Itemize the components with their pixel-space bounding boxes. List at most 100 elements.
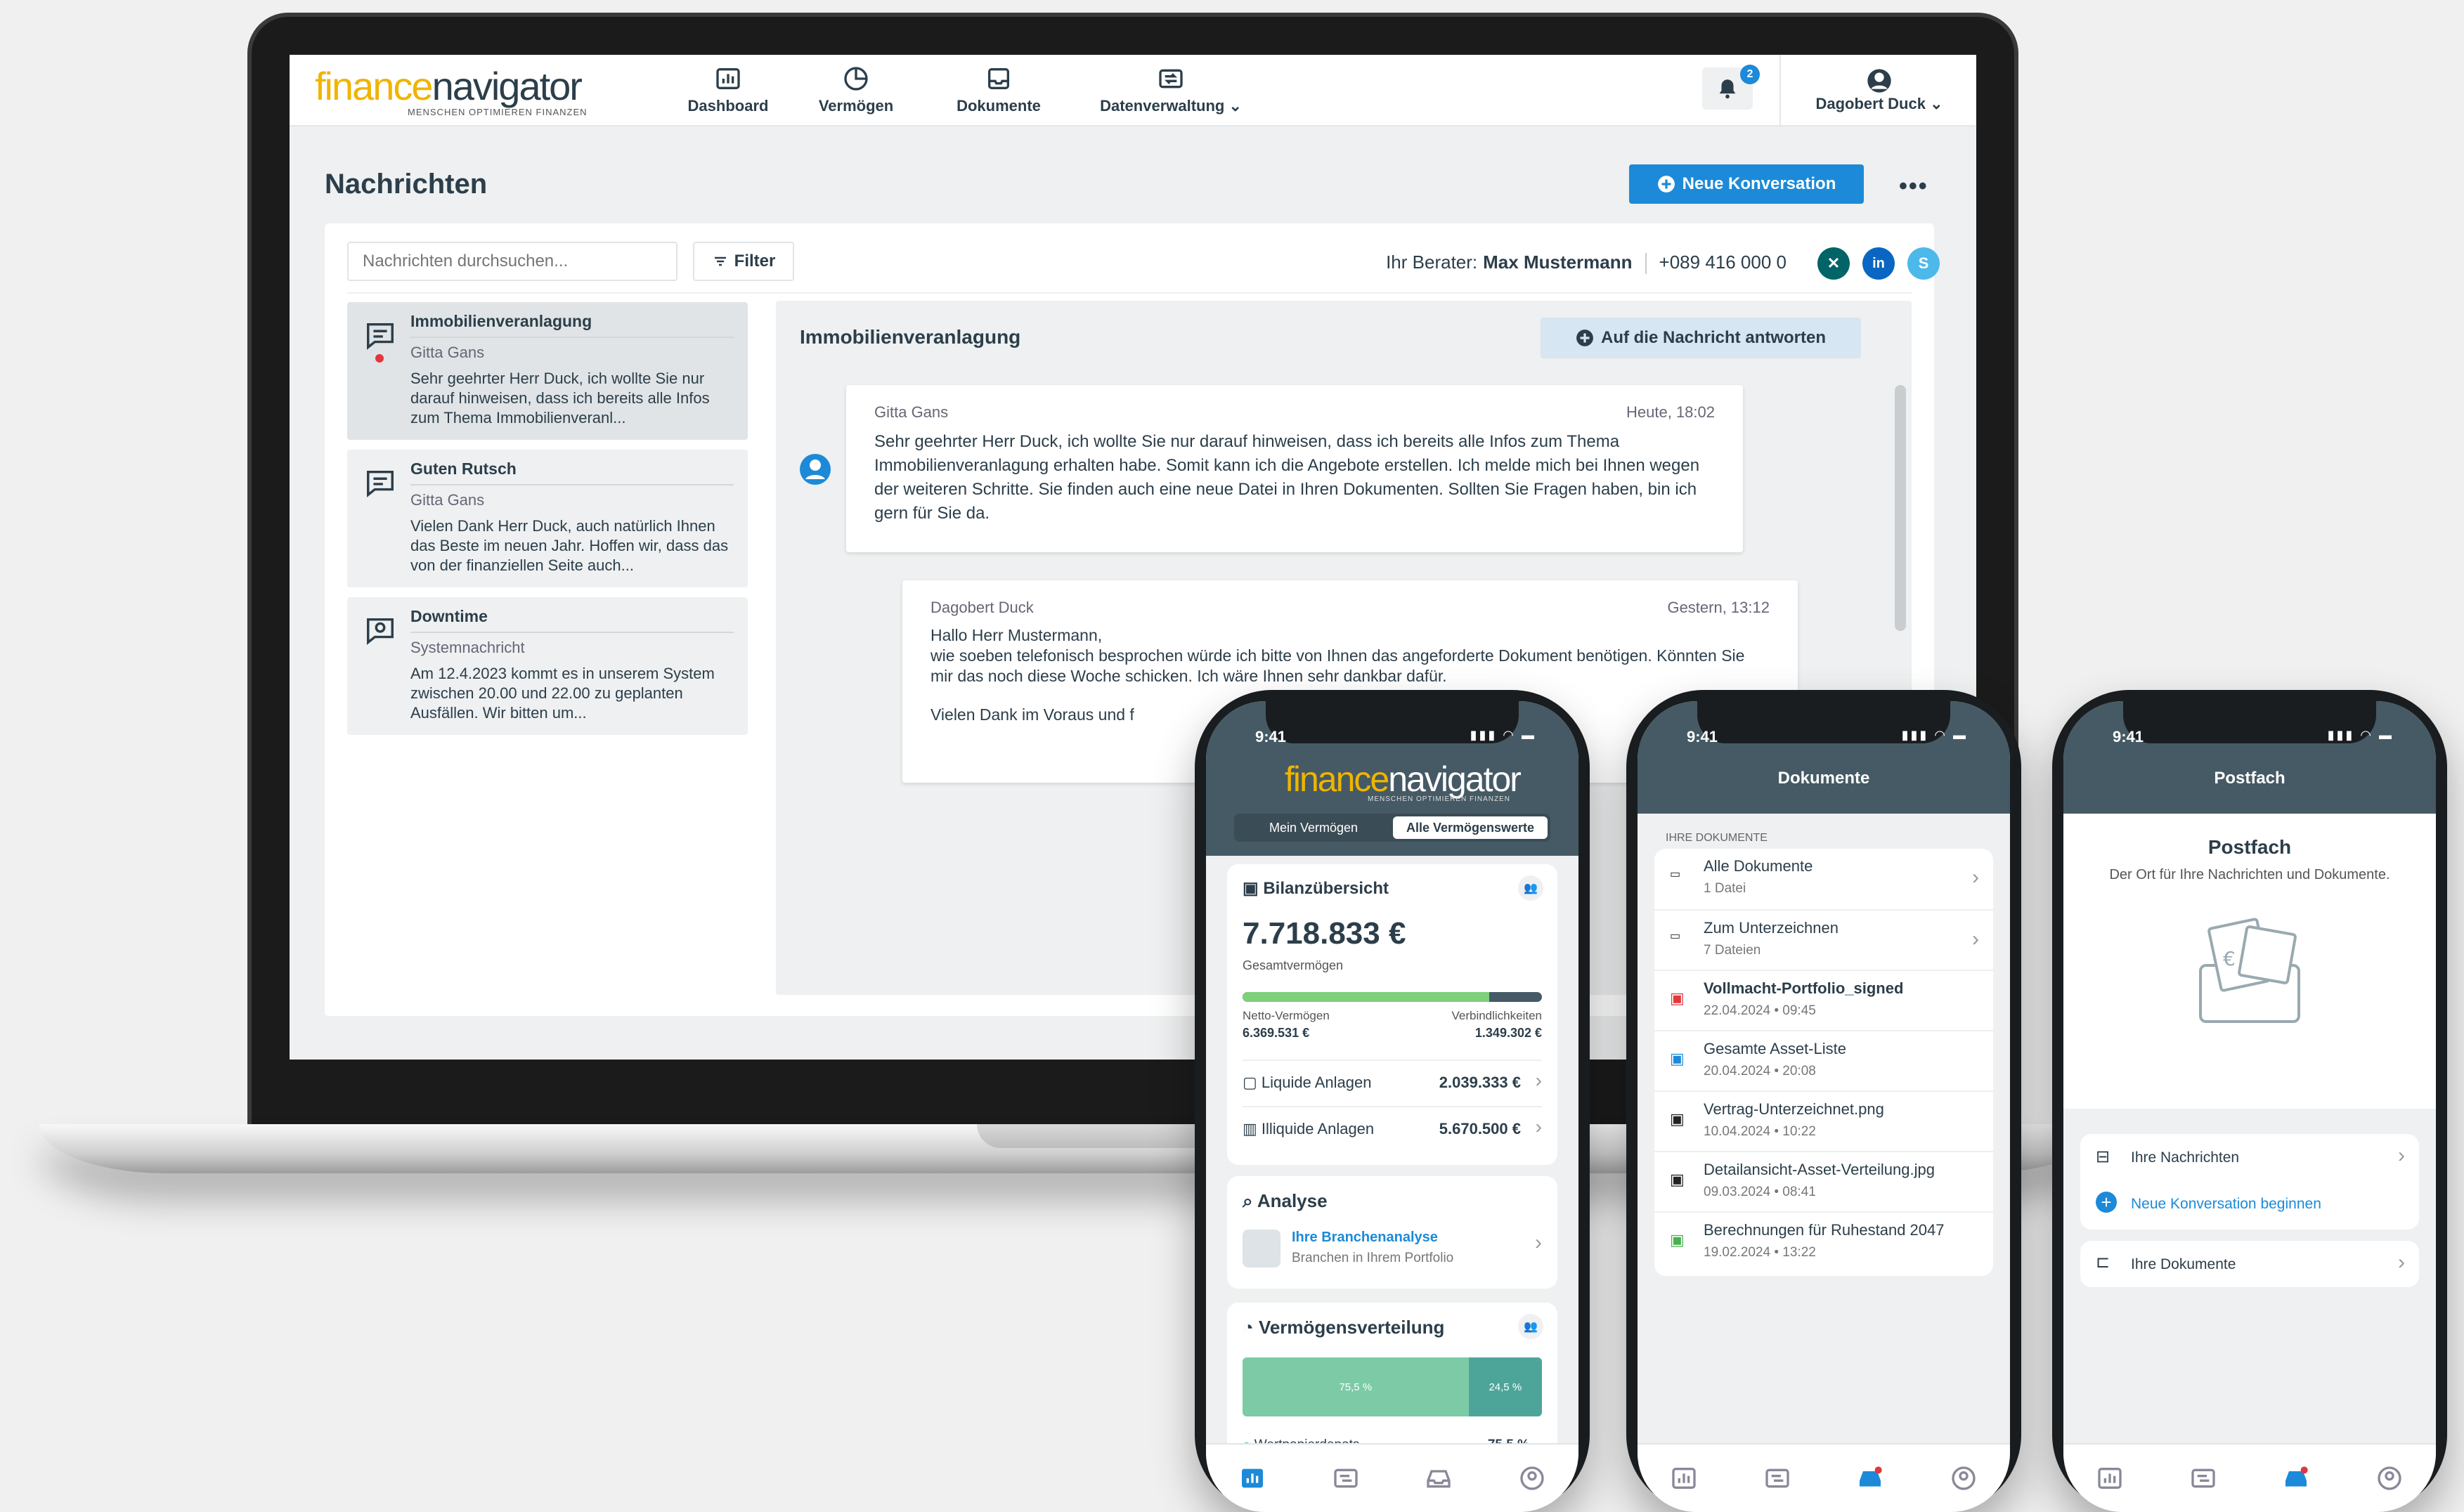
screen-title: Postfach bbox=[2214, 769, 2285, 788]
nav-dokumente[interactable]: Dokumente bbox=[939, 55, 1058, 125]
advisor-name: Max Mustermann bbox=[1483, 252, 1633, 273]
inbox-actions-card: ⊟ Ihre Nachrichten › + Neue Konversation… bbox=[2080, 1134, 2419, 1230]
thread-scrollbar[interactable] bbox=[1895, 385, 1906, 631]
total-assets-label: Gesamtvermögen bbox=[1243, 958, 1344, 972]
new-conversation-button[interactable]: Neue Konversation bbox=[1629, 164, 1864, 204]
inbox-heading: Postfach bbox=[2207, 836, 2292, 858]
message-time: Heute, 18:02 bbox=[1626, 403, 1715, 421]
advisor-phone[interactable]: +089 416 000 0 bbox=[1659, 252, 1787, 273]
conversation-item[interactable]: Guten Rutsch Gitta Gans Vielen Dank Herr… bbox=[347, 450, 748, 587]
messages-row[interactable]: ⊟ Ihre Nachrichten › bbox=[2080, 1134, 2419, 1180]
asset-row-liquid[interactable]: ▢ Liquide Anlagen 2.039.333 € › bbox=[1243, 1060, 1542, 1106]
top-navigation: financenavigator MENSCHEN OPTIMIEREN FIN… bbox=[290, 55, 1976, 126]
distribution-segment-2[interactable]: 24,5 % bbox=[1468, 1357, 1542, 1416]
profile-tab-icon[interactable] bbox=[1518, 1464, 1546, 1492]
documents-list: ▭ Alle Dokumente 1 Datei › ▭ Zum Unterzeichn… bbox=[1654, 849, 1993, 1276]
logo[interactable]: financenavigator bbox=[315, 63, 583, 109]
filter-button[interactable]: Filter bbox=[693, 242, 794, 281]
conversation-preview: Am 12.4.2023 kommt es in unserem System … bbox=[410, 665, 715, 722]
nav-datenverwaltung[interactable]: Datenverwaltung ⌄ bbox=[1079, 55, 1262, 125]
dashboard-tab-icon[interactable] bbox=[2096, 1464, 2124, 1492]
phone-dashboard: 9:41 ▮▮▮ ◠ ▬ financenavigator MENSCHEN O… bbox=[1195, 690, 1590, 1512]
xing-icon[interactable]: ✕ bbox=[1817, 247, 1850, 280]
more-options-button[interactable]: ••• bbox=[1899, 173, 1928, 200]
chevron-right-icon: › bbox=[2398, 1251, 2405, 1274]
profile-tab-icon[interactable] bbox=[1950, 1464, 1978, 1492]
status-icons: ▮▮▮ ◠ ▬ bbox=[1470, 728, 1536, 742]
conversation-title: Downtime bbox=[410, 607, 734, 633]
inbox-illustration: € bbox=[2199, 918, 2300, 1023]
new-conversation-row[interactable]: + Neue Konversation beginnen bbox=[2080, 1180, 2419, 1227]
list-item[interactable]: ▭ Zum Unterzeichnen 7 Dateien › bbox=[1654, 909, 1993, 970]
reply-label: Auf die Nachricht antworten bbox=[1600, 328, 1827, 347]
tab-bar bbox=[1206, 1443, 1578, 1512]
nav-vermoegen[interactable]: Vermögen bbox=[800, 55, 912, 125]
conversation-item[interactable]: Immobilienveranlagung Gitta Gans Sehr ge… bbox=[347, 302, 748, 440]
analysis-card: ⌕ Analyse Ihre Branchenanalyse Branchen … bbox=[1227, 1176, 1557, 1289]
inbox-tab-icon[interactable] bbox=[2282, 1464, 2310, 1492]
unread-dot bbox=[375, 354, 384, 363]
logo-tagline: MENSCHEN OPTIMIEREN FINANZEN bbox=[408, 107, 588, 117]
list-item[interactable]: ▣ Vollmacht-Portfolio_signed 22.04.2024 • … bbox=[1654, 970, 1993, 1030]
nav-dashboard[interactable]: Dashboard bbox=[672, 55, 784, 125]
profile-tab-icon[interactable] bbox=[2375, 1464, 2404, 1492]
image-file-icon: ▣ bbox=[1670, 1110, 1685, 1128]
svg-text:€: € bbox=[2223, 947, 2236, 970]
asset-row-illiquid[interactable]: ▥ Illiquide Anlagen 5.670.500 € › bbox=[1243, 1106, 1542, 1152]
list-item[interactable]: ▣ Berechnungen für Ruhestand 2047 19.02.20… bbox=[1654, 1211, 1993, 1272]
chevron-right-icon: › bbox=[1972, 927, 1979, 951]
conversation-sender: Systemnachricht bbox=[410, 639, 525, 656]
status-icons: ▮▮▮ ◠ ▬ bbox=[2327, 728, 2394, 742]
message-icon bbox=[367, 470, 394, 497]
inbox-icon bbox=[988, 68, 1009, 89]
dashboard-tab-icon[interactable] bbox=[1670, 1464, 1698, 1492]
system-message-icon bbox=[367, 618, 394, 645]
balance-bar bbox=[1243, 992, 1542, 1002]
tab-alle-vermoegenswerte[interactable]: Alle Vermögenswerte bbox=[1393, 816, 1548, 839]
search-input[interactable] bbox=[347, 242, 677, 281]
new-conversation-label: Neue Konversation beginnen bbox=[2131, 1196, 2321, 1212]
dashboard-tab-icon[interactable] bbox=[1238, 1464, 1266, 1492]
inbox-tab-icon[interactable] bbox=[1425, 1464, 1453, 1492]
logo-part1: finance bbox=[315, 64, 434, 108]
net-value: 6.369.531 € bbox=[1243, 1026, 1310, 1040]
bell-icon bbox=[1719, 79, 1736, 99]
analysis-link[interactable]: Ihre Branchenanalyse bbox=[1292, 1230, 1438, 1246]
skype-icon[interactable]: S bbox=[1907, 247, 1940, 280]
user-menu[interactable]: Dagobert Duck ⌄ bbox=[1779, 55, 1976, 125]
inbox-tab-icon[interactable] bbox=[1856, 1464, 1884, 1492]
tab-mein-vermoegen[interactable]: Mein Vermögen bbox=[1237, 816, 1390, 839]
documents-row[interactable]: ⊏ Ihre Dokumente › bbox=[2080, 1241, 2419, 1287]
chevron-right-icon: › bbox=[2398, 1144, 2405, 1167]
reply-button[interactable]: Auf die Nachricht antworten bbox=[1541, 318, 1861, 358]
message-author: Dagobert Duck bbox=[931, 599, 1034, 616]
distribution-bar: 75,5 % 24,5 % bbox=[1243, 1357, 1542, 1416]
tab-bar bbox=[2063, 1443, 2436, 1512]
users-icon[interactable]: 👥 bbox=[1518, 875, 1543, 901]
list-item[interactable]: ▭ Alle Dokumente 1 Datei › bbox=[1654, 849, 1993, 909]
net-assets-fill bbox=[1243, 992, 1490, 1002]
users-icon[interactable]: 👥 bbox=[1518, 1314, 1543, 1339]
list-item[interactable]: ▣ Gesamte Asset-Liste 20.04.2024 • 20:08 bbox=[1654, 1030, 1993, 1090]
data-transfer-tab-icon[interactable] bbox=[2189, 1464, 2217, 1492]
distribution-segment-1[interactable]: 75,5 % bbox=[1243, 1357, 1469, 1416]
data-transfer-tab-icon[interactable] bbox=[1763, 1464, 1791, 1492]
logo-part2: navigator bbox=[432, 64, 583, 108]
user-avatar-icon bbox=[1867, 69, 1891, 93]
filter-label: Filter bbox=[734, 252, 776, 271]
chevron-right-icon: › bbox=[1972, 866, 1979, 889]
phone-inbox: 9:41 ▮▮▮ ◠ ▬ Postfach Postfach Der Ort f… bbox=[2052, 690, 2447, 1512]
liabilities-value: 1.349.302 € bbox=[1474, 1026, 1542, 1040]
chevron-right-icon: › bbox=[1535, 1116, 1542, 1138]
plus-circle-icon bbox=[1657, 176, 1675, 193]
conversation-item[interactable]: Downtime Systemnachricht Am 12.4.2023 ko… bbox=[347, 597, 748, 735]
net-label: Netto-Vermögen bbox=[1243, 1009, 1330, 1022]
linkedin-icon[interactable]: in bbox=[1862, 247, 1895, 280]
list-item[interactable]: ▣ Vertrag-Unterzeichnet.png 10.04.2024 • 1… bbox=[1654, 1090, 1993, 1151]
dashboard-icon bbox=[716, 68, 740, 89]
list-item[interactable]: ▣ Detailansicht-Asset-Verteilung.jpg 09.03… bbox=[1654, 1151, 1993, 1211]
data-transfer-tab-icon[interactable] bbox=[1332, 1464, 1360, 1492]
distribution-title: ◔ Vermögensverteilung bbox=[1243, 1317, 1445, 1338]
nav-dokumente-label: Dokumente bbox=[957, 97, 1041, 115]
balance-card: ▣ Bilanzübersicht 👥 7.718.833 € Gesamtve… bbox=[1227, 864, 1557, 1165]
